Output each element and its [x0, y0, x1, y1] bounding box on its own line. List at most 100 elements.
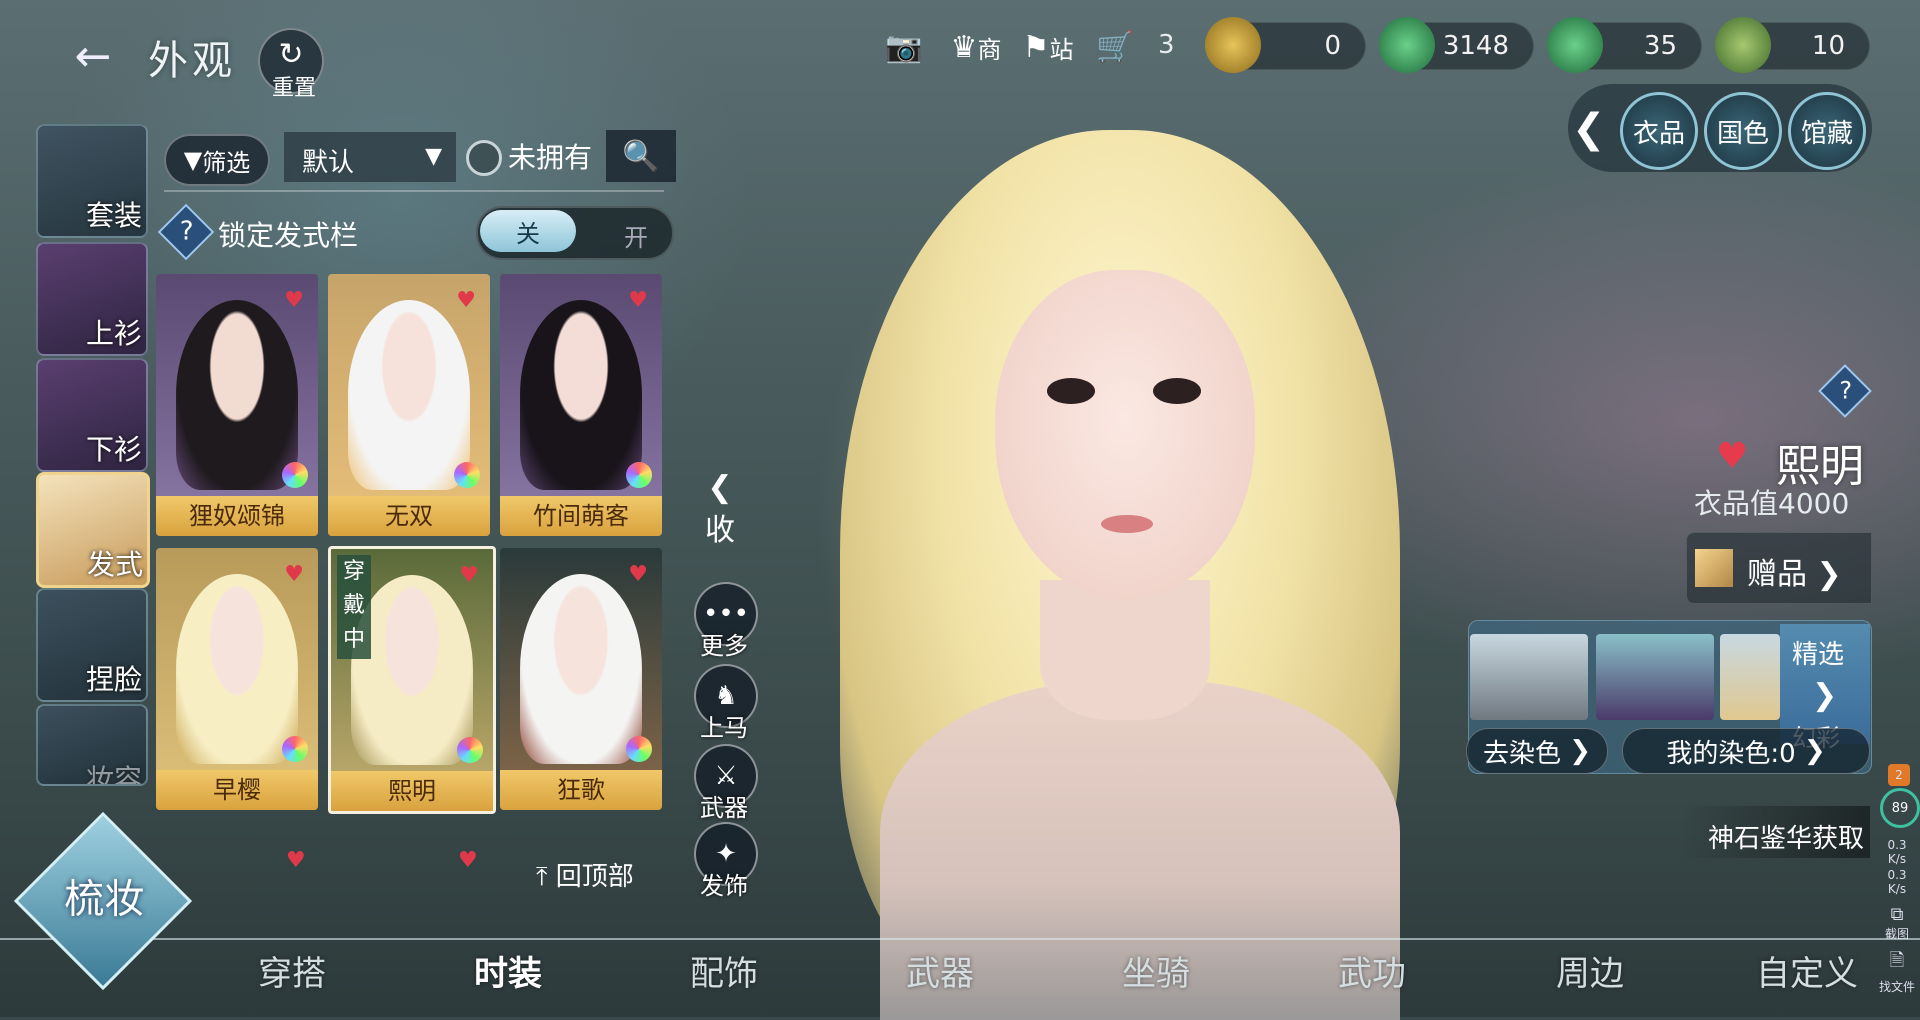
cart-icon[interactable]: 🛒 [1090, 22, 1140, 72]
station-button[interactable]: ⚑ 站 [1018, 22, 1078, 72]
tab-clothing-rank[interactable]: 衣品 [1620, 92, 1698, 170]
currency-jade-3[interactable]: 10 [1715, 17, 1870, 73]
screenshot-icon: ⧉ [1890, 904, 1904, 925]
chevron-left-icon[interactable]: ❮ [1572, 106, 1606, 152]
hairstyle-card[interactable]: ♥ 早樱 [156, 548, 318, 810]
heart-icon[interactable]: ♥ [284, 562, 304, 587]
hairstyle-card[interactable]: ♥ 竹间萌客 [500, 274, 662, 536]
divider [164, 190, 664, 192]
toggle-off-option[interactable]: 关 [480, 210, 576, 252]
wearing-badge: 穿戴中 [337, 555, 371, 659]
gift-thumbnail [1695, 549, 1733, 587]
rainbow-dye-icon [454, 462, 480, 488]
dye-thumbnail[interactable] [1596, 634, 1714, 720]
tab-national-color[interactable]: 国色 [1704, 92, 1782, 170]
chevron-right-icon: ❯ [1812, 678, 1838, 713]
tab-custom[interactable]: 自定义 [1756, 946, 1858, 995]
back-arrow-icon[interactable]: ← [48, 26, 138, 86]
sidebar-item-hairstyle[interactable]: 发式 [36, 472, 150, 588]
page-title: 外观 [148, 38, 236, 84]
find-file-button[interactable]: 🗎 找文件 [1878, 948, 1916, 995]
jade-coin-icon [1715, 17, 1771, 73]
remove-dye-button[interactable]: 去染色 ❯ [1466, 728, 1608, 774]
camera-icon[interactable]: 📷 [880, 22, 928, 72]
rainbow-dye-icon [626, 462, 652, 488]
hairpin-icon: ✦ [715, 839, 737, 869]
tab-weapon[interactable]: 武器 [906, 946, 974, 995]
tab-martial-arts[interactable]: 武功 [1338, 946, 1406, 995]
sidebar-item-bottom[interactable]: 下衫 [36, 358, 148, 472]
heart-icon[interactable]: ♥ [628, 562, 648, 587]
search-button[interactable]: 🔍 [606, 130, 676, 182]
funnel-icon: ▼ [183, 146, 203, 174]
bottom-divider [0, 938, 1920, 940]
collapse-button[interactable]: ❮ 收 [700, 470, 740, 549]
sidebar-item-top[interactable]: 上衫 [36, 242, 148, 356]
item-value: 衣品值4000 [1694, 487, 1850, 520]
toggle-on-option[interactable]: 开 [624, 218, 648, 253]
battery-indicator: 89 [1880, 788, 1920, 828]
hairstyle-card[interactable]: ♥ 无双 [328, 274, 490, 536]
jade-coin-icon [1379, 17, 1435, 73]
chevron-left-icon: ❮ [707, 470, 733, 505]
rainbow-dye-icon [282, 736, 308, 762]
cart-count: 3 [1158, 30, 1175, 60]
hairstyle-card[interactable]: ♥ 狸奴颂锦 [156, 274, 318, 536]
chevron-right-icon: ❯ [1569, 736, 1592, 766]
dye-thumbnail[interactable] [1470, 634, 1588, 720]
hairstyle-card[interactable]: ♥ 狂歌 [500, 548, 662, 810]
featured-illusion-button[interactable]: 精选 ❯ 幻彩 [1780, 624, 1870, 752]
horse-icon: ♞ [714, 681, 738, 711]
chevron-right-icon: ❯ [1816, 557, 1842, 592]
download-speed: 0.3 K/s [1887, 868, 1907, 896]
more-dots-icon: ••• [702, 599, 749, 629]
chevron-right-icon: ❯ [1803, 736, 1826, 766]
heart-icon[interactable]: ♥ [286, 848, 306, 873]
sword-icon: ⚔ [714, 761, 738, 791]
not-owned-label: 未拥有 [508, 141, 593, 174]
currency-jade-2[interactable]: 35 [1547, 17, 1702, 73]
tab-collection[interactable]: 馆藏 [1788, 92, 1866, 170]
tab-accessory[interactable]: 配饰 [690, 946, 758, 995]
heart-icon[interactable]: ♥ [284, 288, 304, 313]
obtain-source-link[interactable]: 神石鉴华获取 [1680, 806, 1870, 858]
heart-icon[interactable]: ♥ [456, 288, 476, 313]
heart-icon[interactable]: ♥ [628, 288, 648, 313]
station-icon: ⚑ [1022, 29, 1050, 65]
tab-outfit[interactable]: 穿搭 [258, 946, 326, 995]
sort-dropdown[interactable]: 默认 ▼ [284, 132, 456, 182]
weapon-label: 武器 [700, 794, 748, 822]
tab-peripheral[interactable]: 周边 [1556, 946, 1624, 995]
file-icon: 🗎 [1889, 950, 1905, 971]
chevron-down-icon: ▼ [425, 144, 442, 169]
tab-fashion[interactable]: 时装 [474, 946, 542, 995]
dye-thumbnail[interactable] [1720, 634, 1780, 720]
gift-button[interactable]: 赠品 ❯ [1686, 532, 1872, 604]
rainbow-dye-icon [626, 736, 652, 762]
jade-coin-icon [1547, 17, 1603, 73]
tab-mount[interactable]: 坐骑 [1122, 946, 1190, 995]
not-owned-radio[interactable] [466, 140, 502, 176]
back-to-top-button[interactable]: ⤒ 回顶部 [536, 856, 634, 893]
notification-badge[interactable]: 2 [1888, 764, 1910, 786]
reset-button[interactable]: ↻ 重置 [258, 28, 324, 101]
lock-toggle[interactable]: 关 开 [476, 206, 674, 260]
sidebar-item-makeup[interactable]: 妆容 [36, 704, 148, 786]
sidebar-item-suit[interactable]: 套装 [36, 124, 148, 238]
currency-jade-1[interactable]: 3148 [1379, 17, 1534, 73]
screenshot-button[interactable]: ⧉ 截图 [1878, 904, 1916, 942]
lock-hairstyle-label: 锁定发式栏 [218, 219, 359, 252]
my-dye-button[interactable]: 我的染色:0 ❯ [1622, 728, 1870, 774]
filter-button[interactable]: ▼ 筛选 [164, 134, 270, 186]
sidebar-item-face[interactable]: 捏脸 [36, 588, 148, 702]
heart-icon[interactable]: ♥ [1716, 436, 1748, 477]
gold-coin-icon [1205, 17, 1261, 73]
heart-icon[interactable]: ♥ [458, 848, 478, 873]
currency-gold[interactable]: 0 [1205, 17, 1366, 73]
refresh-icon: ↻ [278, 36, 304, 72]
shop-button[interactable]: ♛ 商 [946, 22, 1006, 72]
arrow-up-icon: ⤒ [536, 862, 548, 892]
hairstyle-card-selected[interactable]: 穿戴中 ♥ 熙明 [328, 546, 496, 814]
mount-label: 上马 [700, 714, 748, 742]
heart-icon[interactable]: ♥ [459, 563, 479, 588]
